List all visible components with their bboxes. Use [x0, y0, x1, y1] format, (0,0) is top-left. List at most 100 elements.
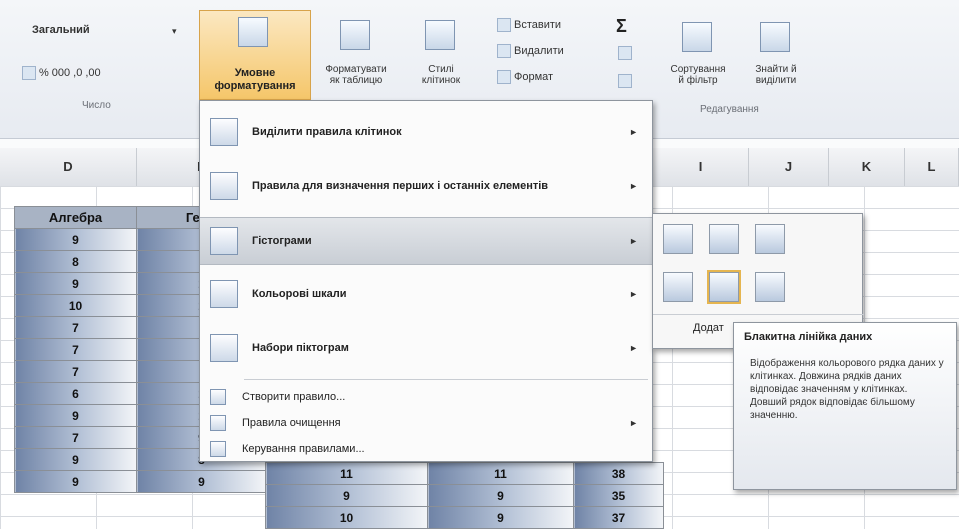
autosum-icon[interactable]: Σ [616, 16, 627, 37]
cell-styles-label: Стилі [428, 64, 454, 75]
table-cell[interactable]: 10 [265, 506, 428, 529]
menu-item-top-bottom-rules[interactable]: Правила для визначення перших і останніх… [200, 163, 652, 209]
column-header-i[interactable]: I [653, 148, 749, 186]
percent-button[interactable]: % [39, 67, 49, 79]
table-cell[interactable]: 9 [14, 448, 137, 471]
menu-action-label: Правила очищення [242, 417, 341, 429]
cf-label: Умовне форматування [200, 67, 310, 93]
purple-data-bar-icon[interactable] [755, 272, 785, 302]
format-icon [497, 70, 511, 84]
table-cell[interactable]: 7 [14, 316, 137, 339]
menu-item-icon-sets[interactable]: Набори піктограм ► [200, 325, 652, 371]
number-format-select[interactable]: Загальний [32, 24, 90, 36]
table-cell[interactable]: 9 [14, 228, 137, 251]
clear-rules-icon [210, 415, 226, 431]
submenu-arrow-icon: ► [629, 181, 638, 191]
table-cell[interactable]: 9 [14, 470, 137, 493]
cell-styles-icon[interactable] [425, 20, 455, 50]
sort-filter-button[interactable]: Сортування й фільтр [660, 64, 736, 86]
conditional-formatting-button[interactable]: Умовне форматування [199, 10, 311, 100]
table-cell[interactable]: 7 [14, 360, 137, 383]
table-cell[interactable]: 11 [427, 462, 574, 485]
column-header-j[interactable]: J [749, 148, 829, 186]
format-table-icon[interactable] [340, 20, 370, 50]
find-label: Знайти й [755, 64, 797, 75]
find-label-2: виділити [755, 75, 797, 86]
chevron-down-icon[interactable]: ▾ [172, 26, 177, 37]
data-table-tail: 11 11 38 9 9 35 10 9 37 [265, 462, 664, 529]
menu-action-clear-rules[interactable]: Правила очищення ► [200, 411, 652, 435]
light-blue-data-bar-icon[interactable] [707, 270, 741, 304]
decimal-buttons[interactable]: ,0 ,00 [73, 67, 101, 79]
color-scales-icon [210, 280, 238, 308]
insert-icon [497, 18, 511, 32]
table-cell[interactable]: 8 [14, 250, 137, 273]
currency-icon[interactable] [22, 66, 36, 80]
clear-icon[interactable] [618, 74, 632, 88]
table-cell[interactable]: 9 [14, 272, 137, 295]
format-label: Формат [514, 71, 554, 83]
group-label-number: Число [82, 100, 111, 111]
column-header-l[interactable]: L [905, 148, 959, 186]
data-bars-icon [210, 227, 238, 255]
menu-item-label: Правила для визначення перших і останніх… [252, 180, 549, 192]
sort-label-2: й фільтр [678, 75, 718, 86]
cf-label-2: форматування [214, 80, 296, 92]
green-data-bar-gradient-icon[interactable] [709, 224, 739, 254]
table-cell[interactable]: 6 [14, 382, 137, 405]
table-cell[interactable]: 38 [573, 462, 664, 485]
find-select-icon[interactable] [760, 22, 790, 52]
table-cell[interactable]: 11 [265, 462, 428, 485]
table-cell[interactable]: 7 [14, 426, 137, 449]
cf-label-1: Умовне [234, 67, 276, 79]
conditional-formatting-icon [238, 17, 268, 47]
tooltip-body: Відображення кольорового рядка даних у к… [750, 358, 944, 421]
table-cell[interactable]: 9 [427, 506, 574, 529]
blue-data-bar-gradient-icon[interactable] [663, 224, 693, 254]
submenu-arrow-icon: ► [629, 418, 638, 428]
table-cell[interactable]: 35 [573, 484, 664, 507]
table-cell[interactable]: 9 [14, 404, 137, 427]
table-cell[interactable]: 9 [265, 484, 428, 507]
submenu-arrow-icon: ► [629, 343, 638, 353]
menu-action-new-rule[interactable]: Створити правило... [200, 385, 652, 409]
column-header-k[interactable]: K [829, 148, 905, 186]
cell-styles-button[interactable]: Стилі клітинок [405, 64, 477, 86]
orange-data-bar-icon[interactable] [663, 272, 693, 302]
top-bottom-rules-icon [210, 172, 238, 200]
column-header-d[interactable]: D [0, 148, 137, 186]
more-rules-link[interactable]: Додат [693, 322, 724, 334]
insert-label: Вставити [514, 19, 562, 31]
menu-item-label: Виділити правила клітинок [252, 126, 402, 138]
menu-item-data-bars[interactable]: Гістограми ► [200, 217, 652, 265]
table-cell[interactable]: 7 [14, 338, 137, 361]
table-cell[interactable]: 37 [573, 506, 664, 529]
new-rule-icon [210, 389, 226, 405]
menu-item-highlight-rules[interactable]: Виділити правила клітинок ► [200, 109, 652, 155]
menu-item-label: Кольорові шкали [252, 288, 347, 300]
sort-filter-icon[interactable] [682, 22, 712, 52]
submenu-arrow-icon: ► [629, 236, 638, 246]
fill-icon[interactable] [618, 46, 632, 60]
manage-rules-icon [210, 441, 226, 457]
format-table-label-2: як таблицю [329, 75, 383, 86]
menu-item-color-scales[interactable]: Кольорові шкали ► [200, 271, 652, 317]
cell-styles-label-2: клітинок [421, 75, 461, 86]
table-header-algebra[interactable]: Алгебра [14, 206, 137, 229]
table-cell[interactable]: 9 [427, 484, 574, 507]
menu-action-manage-rules[interactable]: Керування правилами... [200, 437, 652, 461]
table-cell[interactable]: 10 [14, 294, 137, 317]
red-data-bar-gradient-icon[interactable] [755, 224, 785, 254]
table-cell[interactable]: 9 [136, 470, 267, 493]
format-button[interactable]: Формат [497, 70, 553, 84]
delete-button[interactable]: Видалити [497, 44, 564, 58]
format-table-label: Форматувати [325, 64, 387, 75]
find-select-button[interactable]: Знайти й виділити [740, 64, 812, 86]
icon-sets-icon [210, 334, 238, 362]
insert-button[interactable]: Вставити [497, 18, 561, 32]
submenu-arrow-icon: ► [629, 127, 638, 137]
tooltip: Блакитна лінійка даних Відображення коль… [733, 322, 957, 490]
format-as-table-button[interactable]: Форматувати як таблицю [320, 64, 392, 86]
menu-action-label: Створити правило... [242, 391, 346, 403]
thousands-button[interactable]: 000 [52, 67, 70, 79]
